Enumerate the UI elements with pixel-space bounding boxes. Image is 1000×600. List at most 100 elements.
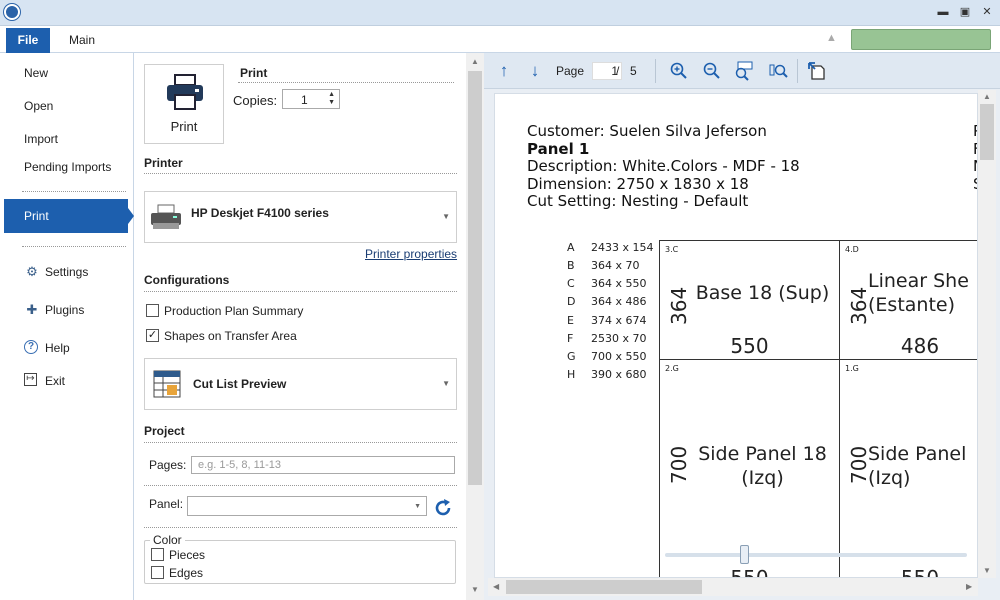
piece-cell: 3.C Base 18 (Sup) 364 550 bbox=[659, 240, 840, 360]
preview-horizontal-scrollbar[interactable]: ◀ ▶ bbox=[488, 578, 978, 596]
print-preview: ↑ ↓ Page 1 / 5 Customer: Suelen Silva Je… bbox=[484, 53, 1000, 600]
scrollbar-thumb[interactable] bbox=[506, 580, 702, 594]
legend-value: 2530 x 70 bbox=[591, 332, 647, 345]
next-page-arrow-down-icon[interactable]: ↓ bbox=[524, 60, 546, 82]
header-cut-setting: Cut Setting: Nesting - Default bbox=[527, 192, 749, 210]
legend-letter: D bbox=[567, 295, 576, 308]
divider bbox=[144, 442, 457, 443]
preview-vertical-scrollbar[interactable]: ▲ ▼ bbox=[978, 90, 996, 578]
edges-label: Edges bbox=[169, 566, 204, 580]
legend-letter: B bbox=[567, 259, 575, 272]
shapes-transfer-checkbox[interactable]: ✓ bbox=[146, 329, 159, 342]
chevron-down-icon: ▼ bbox=[414, 503, 421, 510]
nav-help[interactable]: Help bbox=[45, 341, 70, 355]
nav-pending-imports[interactable]: Pending Imports bbox=[24, 160, 111, 174]
pieces-checkbox[interactable] bbox=[151, 548, 164, 561]
pages-label: Pages: bbox=[149, 458, 187, 472]
refresh-icon[interactable] bbox=[433, 498, 453, 518]
color-group-title: Color bbox=[150, 533, 185, 547]
scroll-up-icon[interactable]: ▲ bbox=[471, 57, 479, 66]
piece-code: 1.G bbox=[845, 364, 859, 373]
nav-plugins[interactable]: Plugins bbox=[45, 303, 84, 317]
legend-value: 364 x 486 bbox=[591, 295, 647, 308]
zoom-out-icon[interactable] bbox=[703, 62, 721, 80]
divider bbox=[144, 291, 457, 292]
print-button-label: Print bbox=[170, 119, 198, 134]
edges-checkbox[interactable] bbox=[151, 566, 164, 579]
zoom-fit-icon[interactable] bbox=[769, 62, 789, 80]
minimize-icon[interactable]: ▬ bbox=[934, 4, 952, 20]
configurations-heading: Configurations bbox=[144, 273, 230, 287]
scroll-up-icon[interactable]: ▲ bbox=[983, 92, 991, 101]
puzzle-icon: ✚ bbox=[26, 302, 38, 317]
nav-divider bbox=[22, 191, 126, 192]
chevron-down-icon: ▼ bbox=[442, 379, 450, 388]
page-total: 5 bbox=[630, 64, 637, 78]
scroll-right-icon[interactable]: ▶ bbox=[966, 582, 972, 591]
zoom-100-icon[interactable] bbox=[734, 61, 754, 81]
piece-width: 486 bbox=[900, 334, 940, 358]
spin-up-icon[interactable]: ▲ bbox=[328, 91, 335, 98]
scrollbar-thumb[interactable] bbox=[980, 104, 994, 160]
print-button[interactable]: Print bbox=[144, 64, 224, 144]
piece-cell: 2.G Side Panel 18 (Izq) 700 550 bbox=[659, 359, 840, 578]
nav-settings[interactable]: Settings bbox=[45, 265, 88, 279]
maximize-icon[interactable]: ▣ bbox=[956, 4, 974, 20]
previous-page-arrow-up-icon[interactable]: ↑ bbox=[493, 60, 515, 82]
printer-properties-link[interactable]: Printer properties bbox=[365, 247, 457, 261]
report-type-select[interactable]: Cut List Preview ▼ bbox=[144, 358, 457, 410]
zoom-in-icon[interactable] bbox=[670, 62, 688, 80]
header-panel: Panel 1 bbox=[527, 140, 590, 158]
nav-print[interactable]: Print bbox=[4, 199, 134, 233]
zoom-slider-thumb[interactable] bbox=[739, 545, 749, 564]
close-icon[interactable]: ✕ bbox=[978, 4, 996, 20]
scroll-left-icon[interactable]: ◀ bbox=[493, 582, 499, 591]
panel-select[interactable]: ▼ bbox=[187, 496, 427, 516]
legend-value: 2433 x 154 bbox=[591, 241, 654, 254]
scroll-down-icon[interactable]: ▼ bbox=[471, 585, 479, 594]
piece-code: 3.C bbox=[665, 245, 679, 254]
production-plan-checkbox[interactable] bbox=[146, 304, 159, 317]
printer-select[interactable]: HP Deskjet F4100 series ▼ bbox=[144, 191, 457, 243]
export-page-icon[interactable] bbox=[807, 61, 827, 81]
nav-exit[interactable]: Exit bbox=[45, 374, 65, 388]
piece-cell: 4.D Linear She (Estante) 364 486 bbox=[839, 240, 977, 360]
legend-letter: C bbox=[567, 277, 575, 290]
gear-icon: ⚙ bbox=[26, 264, 38, 279]
report-type-name: Cut List Preview bbox=[193, 377, 287, 391]
scroll-down-icon[interactable]: ▼ bbox=[983, 566, 991, 575]
nav-import[interactable]: Import bbox=[24, 132, 58, 146]
nav-open[interactable]: Open bbox=[24, 99, 53, 113]
piece-width: 550 bbox=[730, 566, 769, 578]
legend-value: 364 x 70 bbox=[591, 259, 640, 272]
nav-new[interactable]: New bbox=[24, 66, 48, 80]
piece-width: 550 bbox=[730, 334, 769, 358]
scrollbar-thumb[interactable] bbox=[468, 71, 482, 485]
production-plan-label: Production Plan Summary bbox=[164, 304, 304, 318]
pages-input[interactable]: e.g. 1-5, 8, 11-13 bbox=[191, 456, 455, 474]
app-logo-icon bbox=[4, 4, 20, 20]
legend-letter: H bbox=[567, 368, 576, 381]
piece-name: Side Panel 18 (Izq) bbox=[698, 443, 827, 489]
zoom-slider-track[interactable] bbox=[665, 553, 967, 557]
nav-divider bbox=[22, 246, 126, 247]
legend-value: 700 x 550 bbox=[591, 350, 647, 363]
legend-value: 390 x 680 bbox=[591, 368, 647, 381]
piece-name: Base 18 (Sup) bbox=[695, 282, 830, 304]
printer-device-icon bbox=[151, 204, 181, 229]
collapse-ribbon-icon[interactable]: ▲ bbox=[826, 32, 837, 44]
settings-scrollbar[interactable]: ▲ ▼ bbox=[466, 53, 484, 600]
tab-main[interactable]: Main bbox=[62, 28, 102, 53]
piece-width: 550 bbox=[900, 566, 940, 578]
toolbar-separator bbox=[655, 59, 656, 83]
tab-file[interactable]: File bbox=[6, 28, 50, 53]
copies-value: 1 bbox=[301, 93, 308, 107]
copies-label: Copies: bbox=[233, 93, 278, 108]
divider bbox=[144, 485, 457, 486]
spin-down-icon[interactable]: ▼ bbox=[328, 99, 335, 106]
copies-stepper[interactable]: 1 ▲ ▼ bbox=[282, 89, 340, 109]
toolbar-separator bbox=[797, 59, 798, 83]
piece-height: 700 bbox=[667, 445, 691, 484]
ribbon-tabs: File Main ▲ bbox=[0, 26, 1000, 53]
piece-code: 4.D bbox=[845, 245, 859, 254]
